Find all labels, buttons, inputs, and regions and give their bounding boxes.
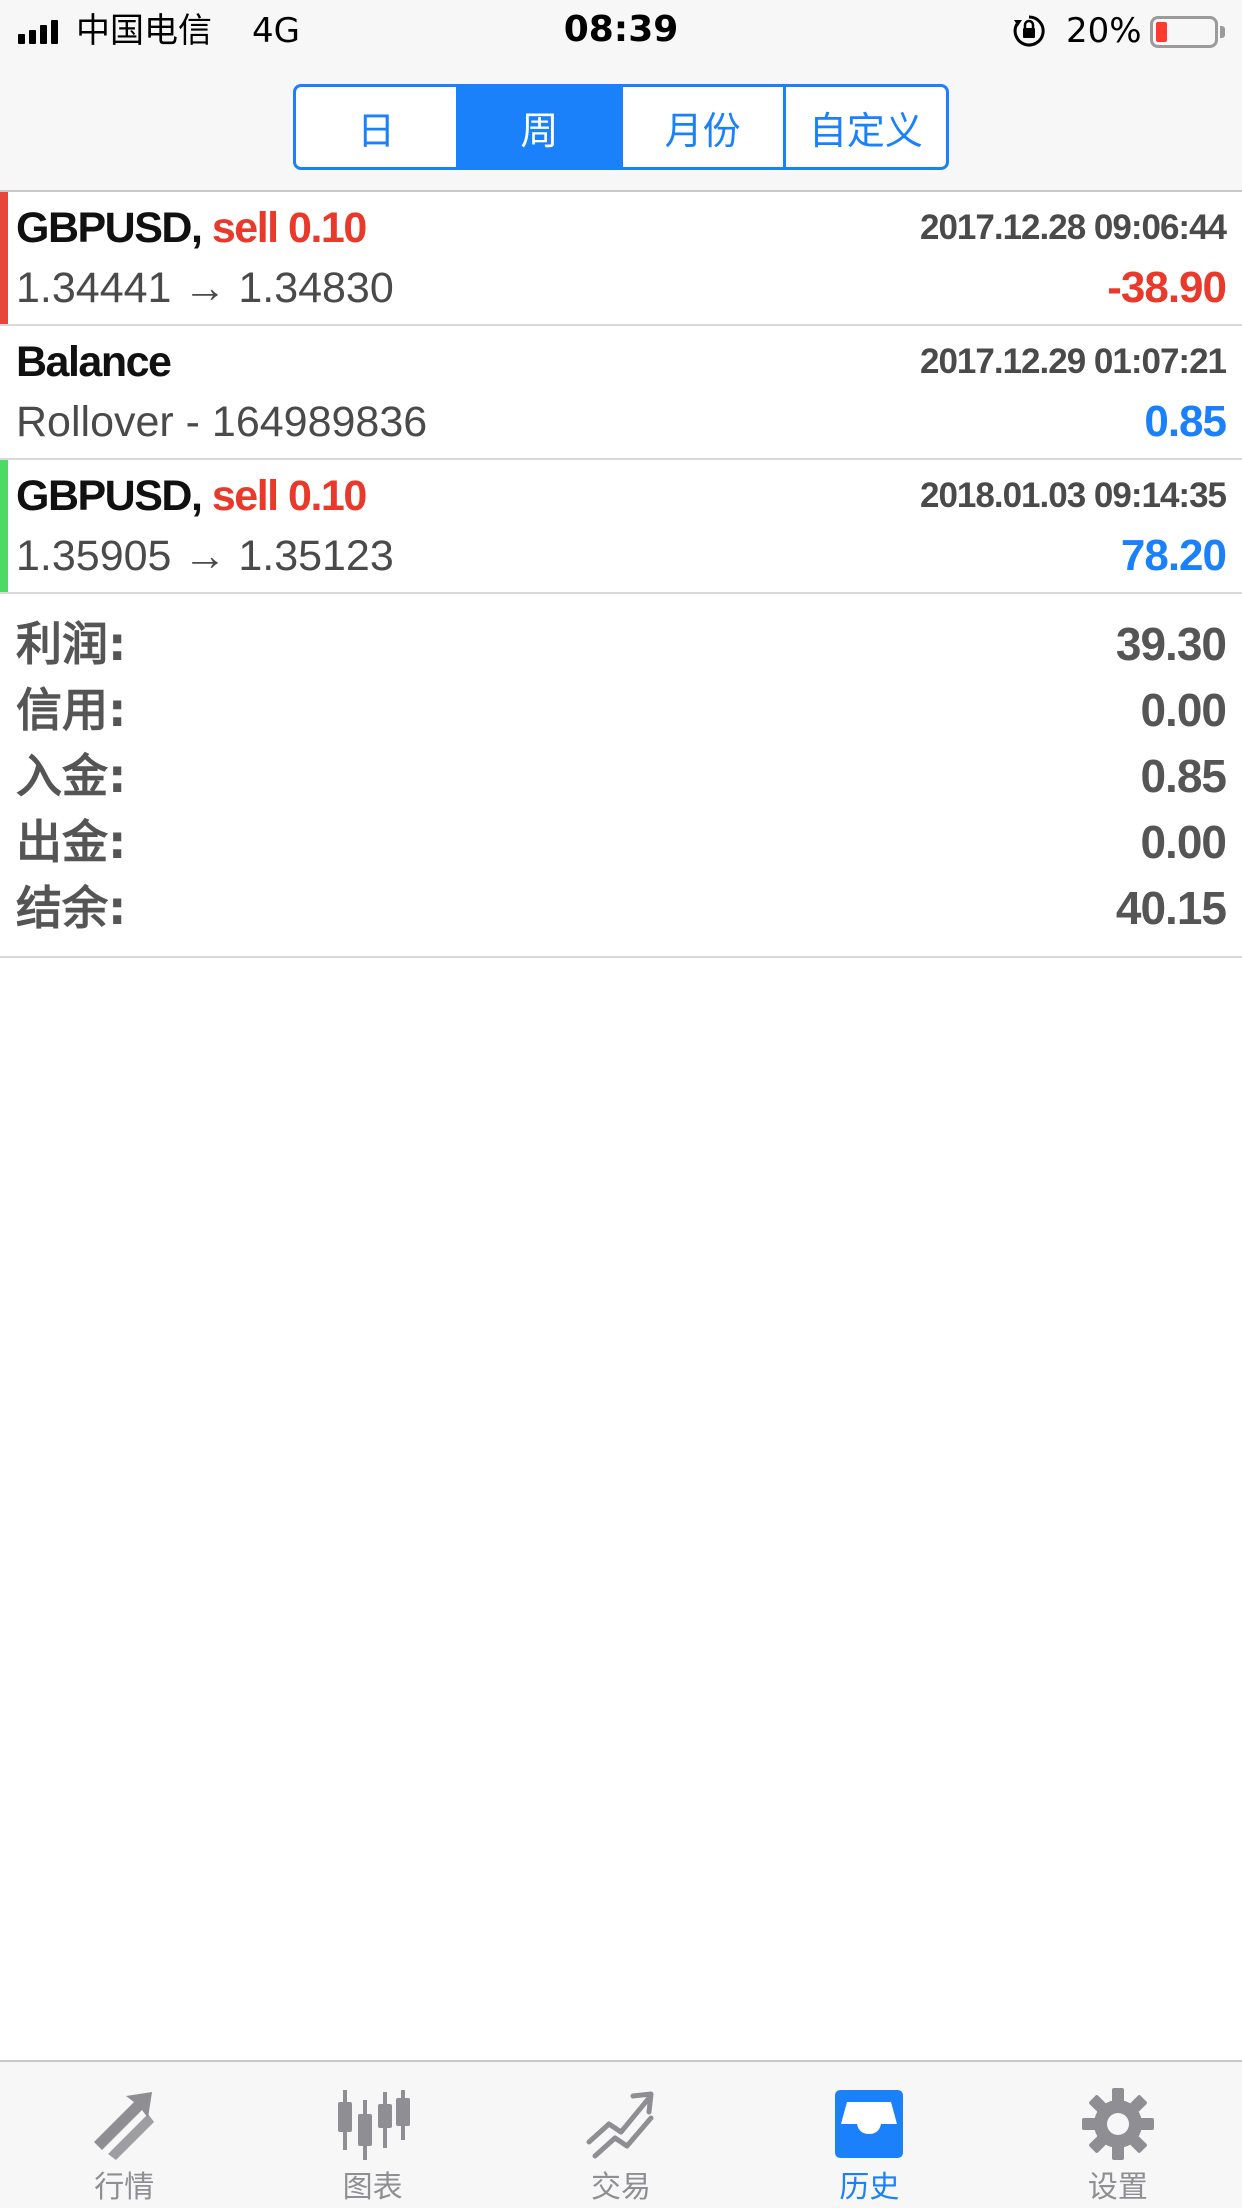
deal-prices: 1.35905 → 1.35123 bbox=[16, 532, 394, 580]
summary-value: 39.30 bbox=[1115, 618, 1227, 670]
tab-settings[interactable]: 设置 bbox=[994, 2062, 1242, 2208]
deal-type-indicator bbox=[0, 326, 8, 458]
deal-type: sell 0.10 bbox=[211, 204, 367, 252]
deal-list: GBPUSD, sell 0.10 2017.12.28 09:06:44 1.… bbox=[0, 192, 1242, 594]
summary-row-balance: 结余: 40.15 bbox=[0, 878, 1242, 944]
trade-icon bbox=[586, 2091, 654, 2159]
tab-bar: 行情 图表 交易 历史 设置 bbox=[0, 2060, 1242, 2208]
summary-row-withdrawal: 出金: 0.00 bbox=[0, 812, 1242, 878]
summary-label: 入金: bbox=[16, 749, 127, 803]
period-segmented-control: 日 周 月份 自定义 bbox=[293, 84, 949, 170]
summary-row-profit: 利润: 39.30 bbox=[0, 614, 1242, 680]
deal-row[interactable]: GBPUSD, sell 0.10 2018.01.03 09:14:35 1.… bbox=[0, 460, 1242, 594]
settings-icon bbox=[1081, 2088, 1154, 2160]
summary-row-deposit: 入金: 0.85 bbox=[0, 746, 1242, 812]
deal-symbol: GBPUSD, bbox=[16, 472, 203, 520]
chart-icon bbox=[337, 2090, 410, 2160]
tab-label: 设置 bbox=[1087, 2170, 1148, 2205]
status-clock: 08:39 bbox=[563, 9, 679, 50]
quotes-icon bbox=[94, 2092, 155, 2160]
orientation-lock-icon bbox=[1013, 15, 1045, 47]
deal-comment: Rollover - 164989836 bbox=[16, 398, 428, 446]
tab-label: 图表 bbox=[342, 2170, 403, 2205]
summary-label: 出金: bbox=[16, 815, 127, 869]
segment-day[interactable]: 日 bbox=[296, 87, 456, 167]
period-nav: 日 周 月份 自定义 bbox=[0, 60, 1242, 192]
battery-percentage: 20% bbox=[1066, 11, 1142, 51]
deal-symbol: Balance bbox=[16, 338, 172, 386]
deal-profit: 78.20 bbox=[1120, 531, 1227, 580]
deal-profit: 0.85 bbox=[1144, 397, 1227, 446]
deal-profit: -38.90 bbox=[1107, 263, 1227, 312]
summary-value: 0.85 bbox=[1140, 750, 1227, 802]
deal-symbol: GBPUSD, bbox=[16, 204, 203, 252]
deal-prices: 1.34441 → 1.34830 bbox=[16, 264, 394, 312]
deal-type-indicator bbox=[0, 460, 8, 592]
history-icon bbox=[835, 2090, 904, 2158]
tab-history[interactable]: 历史 bbox=[745, 2062, 993, 2208]
tab-label: 行情 bbox=[94, 2170, 155, 2205]
segment-custom[interactable]: 自定义 bbox=[782, 87, 946, 167]
account-summary: 利润: 39.30 信用: 0.00 入金: 0.85 出金: 0.00 结余:… bbox=[0, 596, 1242, 958]
summary-label: 信用: bbox=[16, 683, 127, 737]
tab-label: 交易 bbox=[591, 2170, 652, 2205]
deal-time: 2017.12.29 01:07:21 bbox=[920, 342, 1227, 381]
battery-icon bbox=[1150, 16, 1225, 48]
summary-value: 0.00 bbox=[1140, 684, 1227, 736]
deal-time: 2017.12.28 09:06:44 bbox=[920, 208, 1227, 247]
deal-row[interactable]: GBPUSD, sell 0.10 2017.12.28 09:06:44 1.… bbox=[0, 192, 1242, 326]
tab-quotes[interactable]: 行情 bbox=[0, 2062, 248, 2208]
deal-type-indicator bbox=[0, 192, 8, 324]
summary-value: 0.00 bbox=[1140, 816, 1227, 868]
tab-trade[interactable]: 交易 bbox=[497, 2062, 745, 2208]
summary-label: 利润: bbox=[16, 617, 127, 671]
summary-value: 40.15 bbox=[1115, 882, 1227, 934]
summary-row-credit: 信用: 0.00 bbox=[0, 680, 1242, 746]
status-bar: 中国电信 4G 08:39 20% bbox=[0, 0, 1242, 60]
summary-label: 结余: bbox=[16, 881, 127, 935]
segment-week[interactable]: 周 bbox=[456, 87, 620, 167]
deal-type: sell 0.10 bbox=[211, 472, 367, 520]
deal-time: 2018.01.03 09:14:35 bbox=[920, 476, 1227, 515]
segment-month[interactable]: 月份 bbox=[619, 87, 783, 167]
deal-row[interactable]: Balance 2017.12.29 01:07:21 Rollover - 1… bbox=[0, 326, 1242, 460]
tab-label: 历史 bbox=[839, 2170, 900, 2205]
tab-chart[interactable]: 图表 bbox=[248, 2062, 496, 2208]
